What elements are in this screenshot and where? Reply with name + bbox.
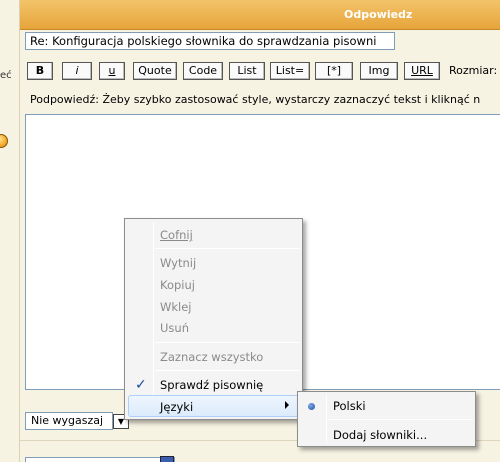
menu-item-spellcheck[interactable]: Sprawdź pisownię bbox=[160, 378, 263, 392]
expiry-select[interactable]: Nie wygaszaj bbox=[25, 412, 113, 430]
code-button[interactable]: Code bbox=[183, 62, 223, 80]
left-column: eć bbox=[0, 0, 20, 462]
subject-input[interactable]: Re: Konfiguracja polskiego słownika do s… bbox=[25, 32, 395, 50]
quote-button[interactable]: Quote bbox=[133, 62, 177, 80]
reply-header: Odpowiedz bbox=[20, 0, 500, 30]
menu-item-undo: Cofnij bbox=[160, 228, 193, 242]
context-menu: Cofnij Wytnij Kopiuj Wklej Usuń Zaznacz … bbox=[124, 218, 303, 420]
url-button[interactable]: URL bbox=[404, 62, 440, 80]
formatting-hint: Podpowiedź: Żeby szybko zastosować style… bbox=[30, 93, 481, 106]
reply-title: Odpowiedz bbox=[344, 8, 413, 21]
menu-gutter bbox=[153, 222, 154, 416]
list-item-button[interactable]: [*] bbox=[315, 62, 353, 80]
menu-separator bbox=[155, 248, 300, 249]
italic-button[interactable]: i bbox=[62, 62, 92, 80]
submenu-arrow-icon bbox=[285, 401, 289, 409]
menu-item-copy: Kopiuj bbox=[160, 278, 195, 292]
submenu-item-add-dictionaries[interactable]: Dodaj słowniki... bbox=[333, 428, 427, 442]
menu-separator bbox=[155, 370, 300, 371]
menu-item-delete: Usuń bbox=[160, 321, 189, 335]
submenu-item-polish[interactable]: Polski bbox=[333, 399, 366, 413]
bottom-button[interactable] bbox=[160, 456, 174, 462]
radio-selected-icon bbox=[308, 403, 315, 410]
checkmark-icon: ✓ bbox=[135, 377, 147, 393]
bottom-field[interactable] bbox=[25, 457, 175, 462]
underline-button[interactable]: u bbox=[99, 62, 125, 80]
image-button[interactable]: Img bbox=[360, 62, 398, 80]
menu-item-undo-label: Cofnij bbox=[160, 228, 193, 242]
menu-item-select-all: Zaznacz wszystko bbox=[160, 350, 264, 364]
list-button[interactable]: List bbox=[229, 62, 265, 80]
left-text-fragment: eć bbox=[0, 70, 12, 81]
bold-button[interactable]: B bbox=[27, 62, 53, 80]
languages-submenu: Polski Dodaj słowniki... bbox=[297, 391, 476, 447]
font-size-label: Rozmiar: bbox=[449, 64, 498, 77]
ordered-list-button[interactable]: List= bbox=[270, 62, 310, 80]
menu-item-paste: Wklej bbox=[160, 300, 192, 314]
menu-item-cut: Wytnij bbox=[160, 256, 197, 270]
smiley-icon[interactable] bbox=[0, 134, 8, 148]
menu-separator bbox=[155, 342, 300, 343]
menu-item-languages[interactable]: Języki bbox=[160, 400, 193, 414]
menu-gutter bbox=[326, 395, 327, 443]
menu-separator bbox=[328, 419, 473, 420]
menu-item-highlight[interactable] bbox=[128, 395, 299, 417]
